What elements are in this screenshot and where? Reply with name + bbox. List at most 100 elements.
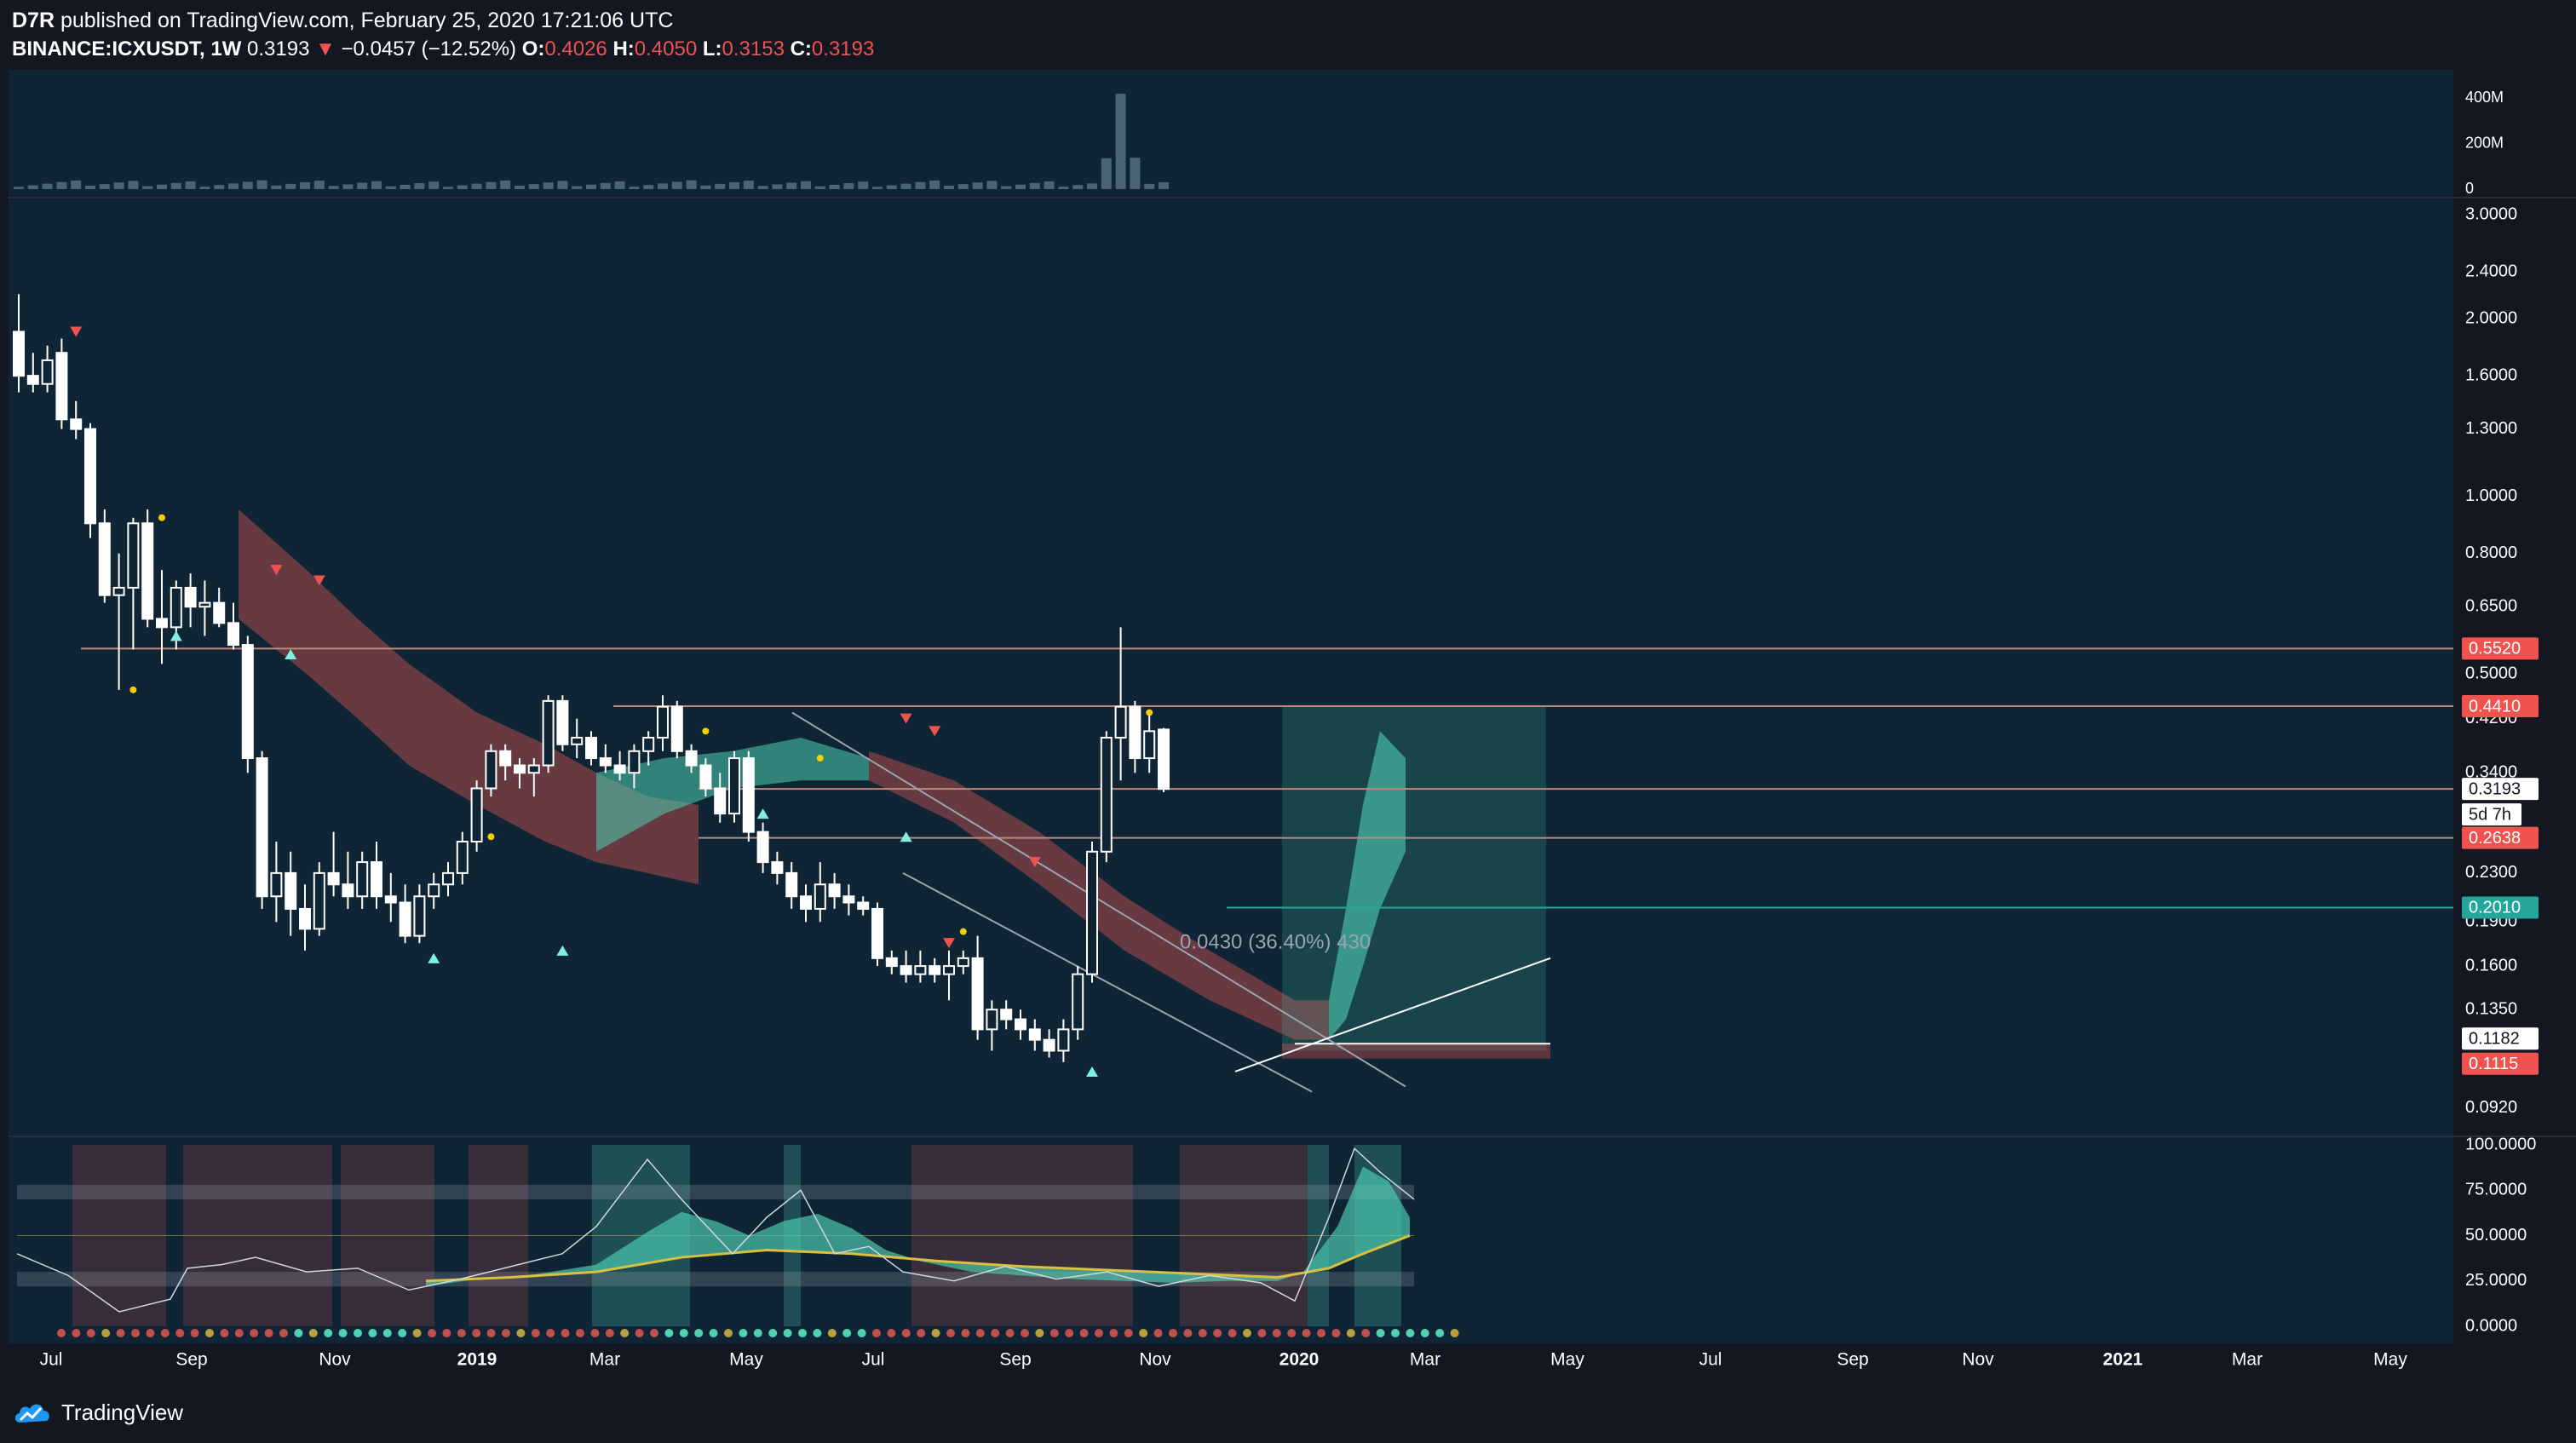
candle-down[interactable] [241,644,254,760]
oscillator-dot [308,1329,318,1337]
time-axis-label: Mar [589,1350,620,1370]
candle-down[interactable] [1000,1009,1013,1020]
candle-up[interactable] [1057,1028,1070,1052]
candle-up[interactable] [814,883,826,910]
candle-up[interactable] [1114,705,1127,739]
candle-up[interactable] [127,522,140,589]
candle-up[interactable] [198,601,211,608]
candle-down[interactable] [900,965,912,975]
candle-down[interactable] [499,750,512,767]
candle-up[interactable] [628,750,641,774]
candle-down[interactable] [384,895,397,904]
author-name[interactable]: D7R [12,9,55,32]
candle-up[interactable] [943,965,955,975]
chart-area[interactable]: 0.0430 (36.40%) 430 3.0000 2.4000 2.0000 1.6… [0,70,2576,1382]
candle-down[interactable] [714,787,727,815]
candle-up[interactable] [356,861,369,898]
candle-up[interactable] [428,883,440,898]
candle-down[interactable] [514,764,526,774]
candle-up[interactable] [485,750,497,790]
oscillator-dot [1346,1329,1355,1337]
candle-up[interactable] [41,359,54,385]
candle-down[interactable] [184,586,197,608]
candle-down[interactable] [585,736,597,760]
tradingview-logo[interactable]: TradingView [12,1397,183,1428]
candle-down[interactable] [785,871,798,898]
candle-up[interactable] [1100,736,1113,853]
volume-bar [1001,186,1012,189]
time-axis-label: 2020 [1279,1350,1320,1370]
candle-up[interactable] [657,705,669,739]
candle-down[interactable] [399,901,411,937]
candle-up[interactable] [527,764,540,774]
candle-up[interactable] [571,736,584,745]
candle-down[interactable] [70,418,83,430]
volume-pane[interactable] [9,70,2453,198]
candle-down[interactable] [685,750,698,767]
candle-down[interactable] [556,699,569,745]
candle-up[interactable] [270,871,283,898]
candle-up[interactable] [986,1009,998,1031]
candle-down[interactable] [828,883,841,898]
candle-up[interactable] [957,957,969,968]
candle-down[interactable] [227,622,239,647]
oscillator-dot [546,1329,555,1337]
candle-down[interactable] [885,957,898,968]
candle-up[interactable] [170,586,182,629]
candle-up[interactable] [542,699,555,767]
candle-up[interactable] [413,895,426,937]
candle-down[interactable] [1158,728,1170,790]
candle-down[interactable] [871,907,883,959]
candle-up[interactable] [728,757,740,815]
candle-up[interactable] [914,965,927,975]
candle-down[interactable] [98,522,111,596]
candle-down[interactable] [842,895,855,904]
candle-down[interactable] [213,601,226,624]
candle-up[interactable] [313,871,325,930]
candle-down[interactable] [857,901,870,910]
candle-down[interactable] [1028,1028,1041,1041]
candle-down[interactable] [342,883,354,898]
price-chart[interactable]: 0.0430 (36.40%) 430 3.0000 2.4000 2.0000 1.6… [0,70,2576,1382]
candle-down[interactable] [371,861,382,898]
candle-down[interactable] [800,895,812,910]
candle-up[interactable] [1072,973,1084,1031]
symbol-name[interactable]: BINANCE:ICXUSDT, 1W [12,37,241,60]
candle-down[interactable] [256,757,268,898]
candle-down[interactable] [771,861,784,874]
candle-down[interactable] [1043,1038,1055,1052]
candle-down[interactable] [929,965,941,975]
candle-down[interactable] [13,331,25,377]
candle-down[interactable] [1015,1018,1026,1031]
volume-bar [557,181,568,189]
candle-down[interactable] [742,757,755,833]
candle-up[interactable] [470,787,483,842]
volume-bar [71,180,82,189]
candle-down[interactable] [26,375,39,385]
candle-down[interactable] [1129,705,1141,760]
candle-down[interactable] [141,522,154,620]
high-value: 0.4050 [634,37,698,60]
candle-down[interactable] [756,831,769,864]
candle-down[interactable] [84,428,96,525]
candle-down[interactable] [670,705,683,752]
candle-up[interactable] [642,736,655,752]
candle-up[interactable] [112,586,125,596]
volume-bar [944,186,954,189]
candle-down[interactable] [299,907,311,930]
candle-down[interactable] [285,871,297,910]
candle-down[interactable] [613,764,626,774]
candle-down[interactable] [971,957,984,1031]
candle-up[interactable] [442,871,454,886]
candle-up[interactable] [456,840,469,874]
candle-up[interactable] [1143,730,1156,760]
oscillator-dot [709,1329,718,1337]
candle-down[interactable] [699,764,712,790]
candle-down[interactable] [55,352,68,421]
candle-down[interactable] [327,871,340,886]
candle-down[interactable] [156,618,168,629]
oscillator-dot [813,1329,822,1337]
candle-up[interactable] [1086,850,1098,975]
volume-bar [113,182,124,189]
candle-down[interactable] [599,757,612,767]
